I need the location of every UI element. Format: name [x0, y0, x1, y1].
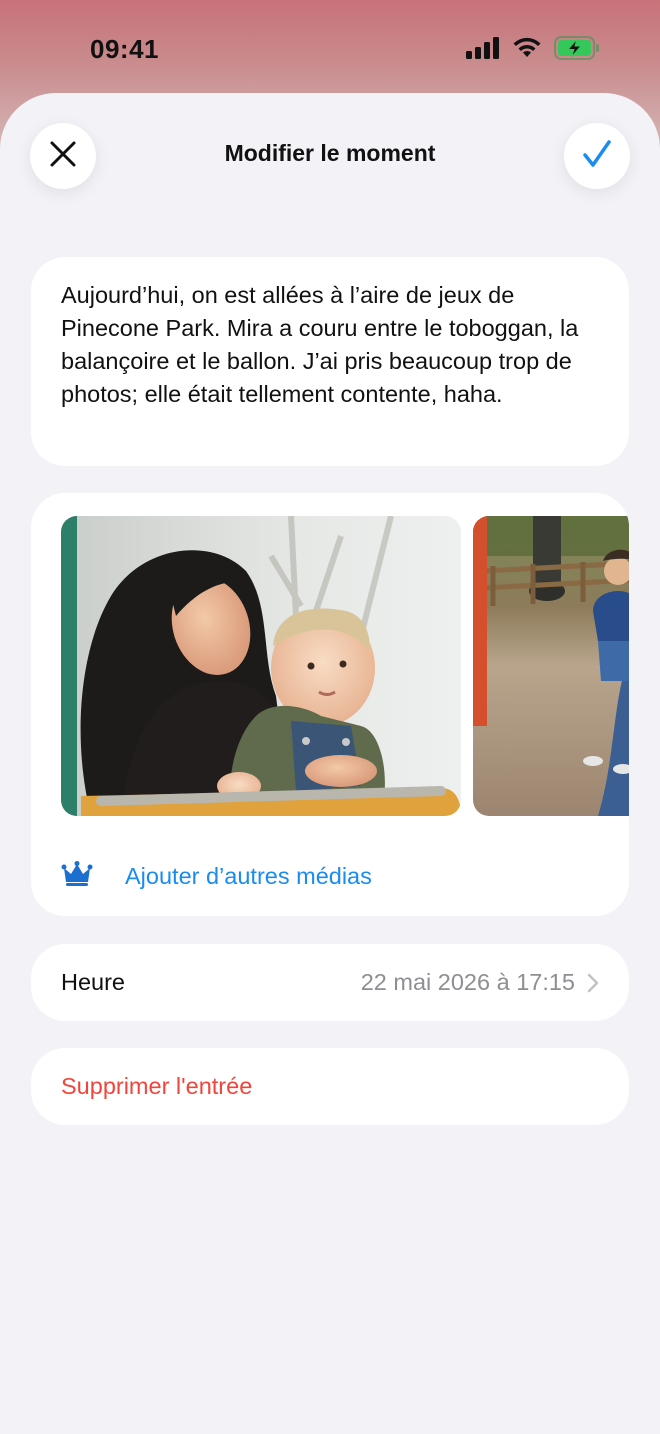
status-bar: 09:41 [0, 0, 660, 96]
media-card: Ajouter d’autres médias [31, 493, 629, 916]
chevron-right-icon [587, 973, 599, 993]
note-text-field[interactable]: Aujourd’hui, on est allées à l’aire de j… [61, 279, 599, 411]
add-media-label: Ajouter d’autres médias [125, 863, 372, 889]
delete-entry-button[interactable]: Supprimer l'entrée [31, 1048, 629, 1125]
page-title: Modifier le moment [224, 140, 436, 166]
photo-playground-walk[interactable] [473, 516, 629, 816]
cellular-signal-icon [466, 37, 500, 64]
battery-charging-icon [554, 36, 600, 65]
checkmark-icon [581, 138, 613, 175]
photo-strip[interactable] [61, 516, 629, 816]
crown-icon [61, 861, 93, 892]
add-media-button[interactable]: Ajouter d’autres médias [61, 861, 372, 892]
done-button[interactable] [564, 123, 630, 189]
status-icons [466, 36, 600, 65]
note-card[interactable]: Aujourd’hui, on est allées à l’aire de j… [31, 257, 629, 466]
edit-moment-sheet: Modifier le moment Aujourd’hui, on est a… [0, 93, 660, 1434]
time-label: Heure [61, 969, 126, 995]
time-row[interactable]: Heure 22 mai 2026 à 17:15 [31, 944, 629, 1021]
delete-entry-label: Supprimer l'entrée [61, 1073, 253, 1099]
status-time: 09:41 [90, 34, 159, 64]
photo-mother-and-baby[interactable] [61, 516, 461, 816]
wifi-icon [512, 37, 542, 64]
time-value: 22 mai 2026 à 17:15 [360, 969, 575, 995]
